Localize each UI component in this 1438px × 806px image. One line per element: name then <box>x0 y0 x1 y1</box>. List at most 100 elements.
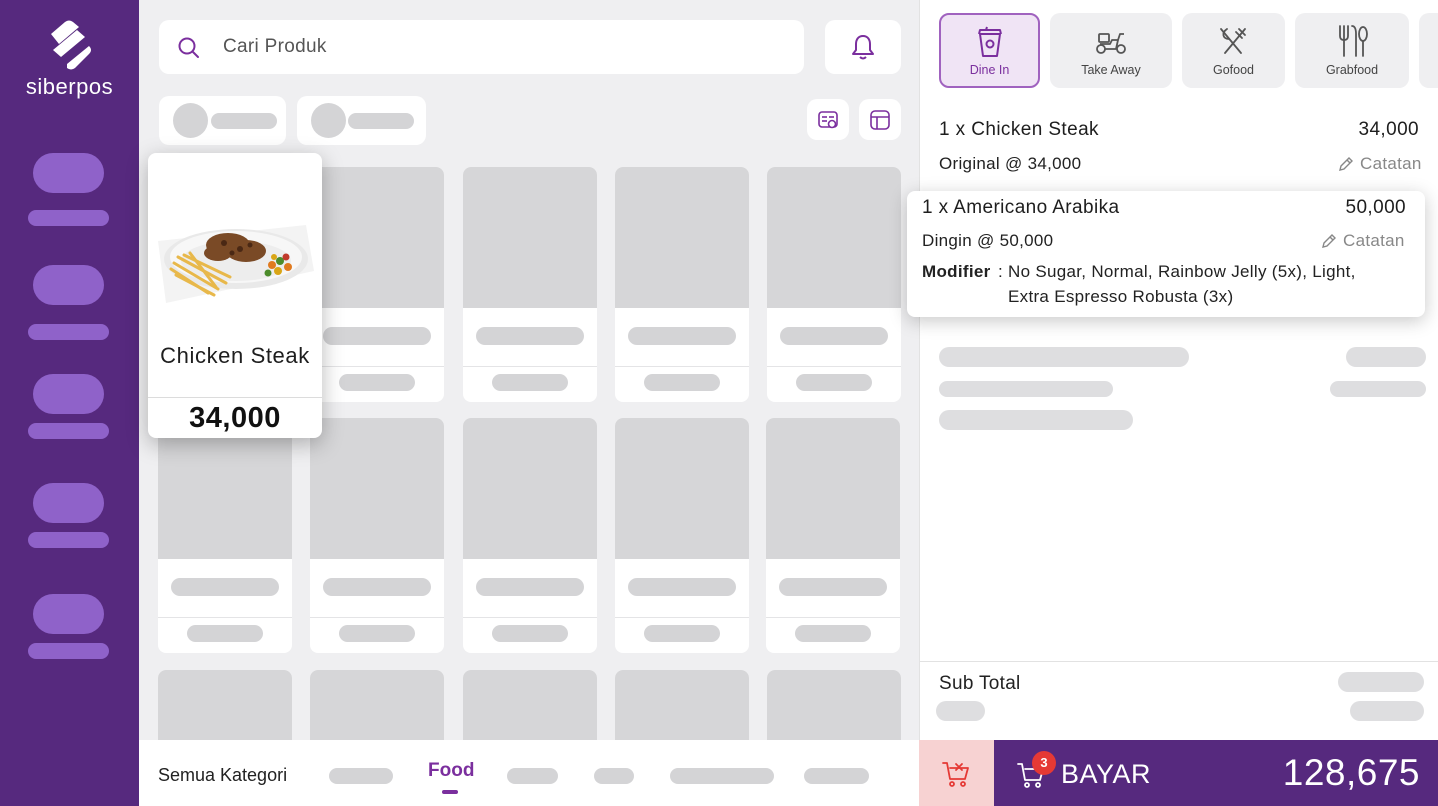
nav-item-4[interactable] <box>33 483 104 523</box>
nav-item-5[interactable] <box>33 594 104 634</box>
category-item[interactable] <box>670 768 774 784</box>
product-card[interactable] <box>158 670 292 740</box>
filter-chip-1[interactable] <box>159 96 286 145</box>
product-card[interactable] <box>767 670 901 740</box>
filter-chip-2[interactable] <box>297 96 426 145</box>
order-type-take-away[interactable]: Take Away <box>1050 13 1172 88</box>
product-price-skeleton <box>339 625 415 642</box>
product-name: Chicken Steak <box>160 343 310 368</box>
divider <box>463 617 597 618</box>
layout-toggle-button[interactable] <box>859 99 901 140</box>
product-image <box>766 418 900 559</box>
note-label: Catatan <box>1360 154 1422 173</box>
divider <box>766 617 900 618</box>
product-price-skeleton <box>644 374 720 391</box>
subtotal-value-skeleton <box>1338 672 1424 692</box>
note-label: Catatan <box>1343 231 1405 250</box>
note-button[interactable]: Catatan <box>1339 154 1422 174</box>
product-name-skeleton <box>628 578 736 596</box>
category-item[interactable] <box>329 768 393 784</box>
skeleton-line <box>936 701 985 721</box>
cup-icon <box>978 26 1002 57</box>
order-item-popup[interactable]: 1 x Americano Arabika 50,000 Dingin @ 50… <box>907 191 1425 317</box>
product-card[interactable] <box>310 418 444 653</box>
product-image <box>767 167 901 308</box>
notification-button[interactable] <box>825 20 901 74</box>
sidebar: siberpos <box>0 0 139 806</box>
nav-item-1[interactable] <box>33 153 104 193</box>
steak-plate-icon <box>158 225 314 303</box>
product-name-skeleton <box>171 578 279 596</box>
order-type-label: Take Away <box>1081 63 1141 77</box>
product-card[interactable] <box>766 418 900 653</box>
category-food[interactable]: Food <box>428 760 474 782</box>
search-box <box>159 20 804 74</box>
product-card[interactable] <box>615 418 749 653</box>
product-price-skeleton <box>492 374 568 391</box>
pencil-icon <box>1322 234 1336 248</box>
product-image <box>158 670 292 740</box>
product-image <box>310 670 444 740</box>
order-type-grabfood[interactable]: Grabfood <box>1295 13 1409 88</box>
divider <box>615 617 749 618</box>
category-all[interactable]: Semua Kategori <box>158 765 287 786</box>
modifier-line-1: No Sugar, Normal, Rainbow Jelly (5x), Li… <box>1008 262 1356 281</box>
category-item[interactable] <box>804 768 869 784</box>
divider <box>463 366 597 367</box>
utensils-icon <box>1339 25 1368 57</box>
order-type-label: Grabfood <box>1325 63 1379 77</box>
skeleton-line <box>939 381 1113 397</box>
order-type-label: Dine In <box>969 63 1010 77</box>
product-price-skeleton <box>795 625 871 642</box>
divider <box>919 661 1438 662</box>
skeleton-line <box>939 347 1189 367</box>
chip-label <box>211 113 277 129</box>
note-button[interactable]: Catatan <box>1322 231 1405 251</box>
skeleton-line <box>1346 347 1426 367</box>
product-image <box>310 167 444 308</box>
product-card[interactable] <box>767 167 901 402</box>
search-icon <box>178 37 199 58</box>
active-category-indicator <box>442 790 458 794</box>
product-card[interactable] <box>463 670 597 740</box>
clear-cart-button[interactable] <box>919 740 994 806</box>
product-image <box>463 418 597 559</box>
product-card[interactable] <box>310 670 444 740</box>
order-panel: Dine In Take Away Gofood Grabfood 1 x Ch… <box>919 0 1438 740</box>
chip-avatar <box>311 103 346 138</box>
order-type-dine-in[interactable]: Dine In <box>939 13 1040 88</box>
order-item-title: 1 x Chicken Steak <box>939 119 1099 140</box>
order-item-amount: 34,000 <box>1358 119 1419 140</box>
category-item[interactable] <box>594 768 634 784</box>
nav-item-3-label <box>28 423 109 439</box>
category-item[interactable] <box>507 768 558 784</box>
nav-item-5-label <box>28 643 109 659</box>
order-type-gofood[interactable]: Gofood <box>1182 13 1285 88</box>
divider <box>310 366 444 367</box>
pay-button[interactable]: 3 BAYAR 128,675 <box>994 740 1438 806</box>
order-type-more[interactable] <box>1419 13 1438 88</box>
brand-name: siberpos <box>25 74 114 99</box>
divider <box>310 617 444 618</box>
nav-item-2[interactable] <box>33 265 104 305</box>
pencil-icon <box>1339 157 1353 171</box>
product-card-chicken-steak[interactable]: Chicken Steak 34,000 <box>148 153 322 438</box>
chip-avatar <box>173 103 208 138</box>
product-card[interactable] <box>615 670 749 740</box>
product-card[interactable] <box>463 418 597 653</box>
product-list-button[interactable] <box>807 99 849 140</box>
product-image <box>615 167 749 308</box>
product-card[interactable] <box>158 418 292 653</box>
order-item-variant: Dingin @ 50,000 <box>922 231 1054 250</box>
layout-icon <box>870 110 890 130</box>
product-price-skeleton <box>796 374 872 391</box>
product-card[interactable] <box>310 167 444 402</box>
search-input[interactable] <box>223 30 783 64</box>
pay-label: BAYAR <box>1061 759 1152 789</box>
nav-item-3[interactable] <box>33 374 104 414</box>
scooter-icon <box>1096 33 1126 54</box>
modifier-separator: : <box>998 262 1004 281</box>
skeleton-line <box>939 410 1133 430</box>
product-card[interactable] <box>463 167 597 402</box>
product-card[interactable] <box>615 167 749 402</box>
